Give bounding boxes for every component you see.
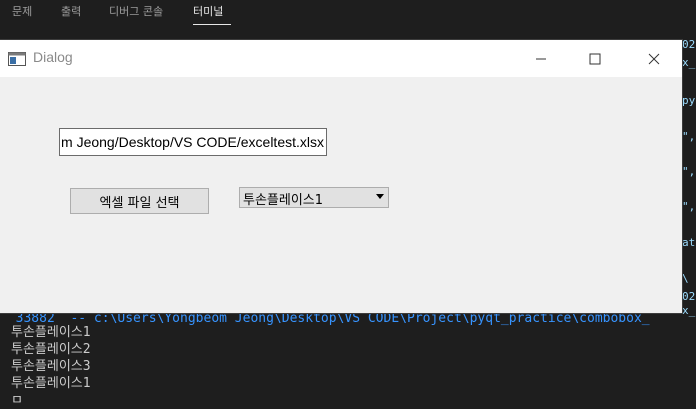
close-button[interactable] [631, 40, 677, 77]
terminal-peek: ", [682, 130, 696, 143]
minimize-button[interactable] [518, 40, 564, 77]
terminal-peek: x_ [682, 304, 696, 317]
panel-tab-bar: 문제 출력 디버그 콘솔 터미널 [0, 0, 696, 40]
terminal-peek: ", [682, 165, 696, 178]
terminal-cursor-line: ㅁ [11, 393, 23, 408]
select-excel-file-button[interactable]: 엑셀 파일 선택 [70, 188, 209, 214]
terminal-peek: py [682, 94, 696, 107]
tab-output[interactable]: 출력 [61, 3, 81, 19]
maximize-button[interactable] [572, 40, 618, 77]
terminal-peek: \ [682, 272, 689, 285]
tab-problems[interactable]: 문제 [12, 3, 32, 19]
terminal-output-line: 투손플레이스1 [11, 376, 91, 391]
minimize-icon [536, 58, 546, 59]
terminal-output-line: 투손플레이스3 [11, 359, 91, 374]
file-path-field[interactable] [59, 128, 327, 156]
terminal-peek: x_ [682, 56, 696, 69]
active-tab-indicator [193, 24, 231, 25]
combobox-selected-value: 투손플레이스1 [243, 193, 324, 208]
dropdown-arrow-icon [376, 194, 384, 199]
terminal-peek: ", [682, 200, 696, 213]
terminal-output-line: 투손플레이스2 [11, 342, 91, 357]
tab-debug-console[interactable]: 디버그 콘솔 [109, 3, 163, 19]
terminal-peek: 02 [682, 290, 696, 303]
terminal-output-line: 투손플레이스1 [11, 325, 91, 340]
maximize-icon [589, 53, 601, 64]
terminal-peek: at [682, 236, 696, 249]
terminal-peek: 02 [682, 38, 696, 51]
dialog-window: Dialog 엑셀 파일 선택 투손플레이스1 [0, 40, 682, 313]
dialog-title: Dialog [33, 49, 73, 65]
window-app-icon [8, 52, 26, 66]
terminal-run-line: 33882 -- c:\Users\Yongbeom Jeong\Desktop… [0, 311, 650, 326]
close-icon [648, 53, 660, 64]
dialog-titlebar[interactable]: Dialog [0, 40, 682, 77]
tab-terminal[interactable]: 터미널 [193, 3, 223, 19]
sheet-combobox[interactable]: 투손플레이스1 [239, 187, 389, 208]
